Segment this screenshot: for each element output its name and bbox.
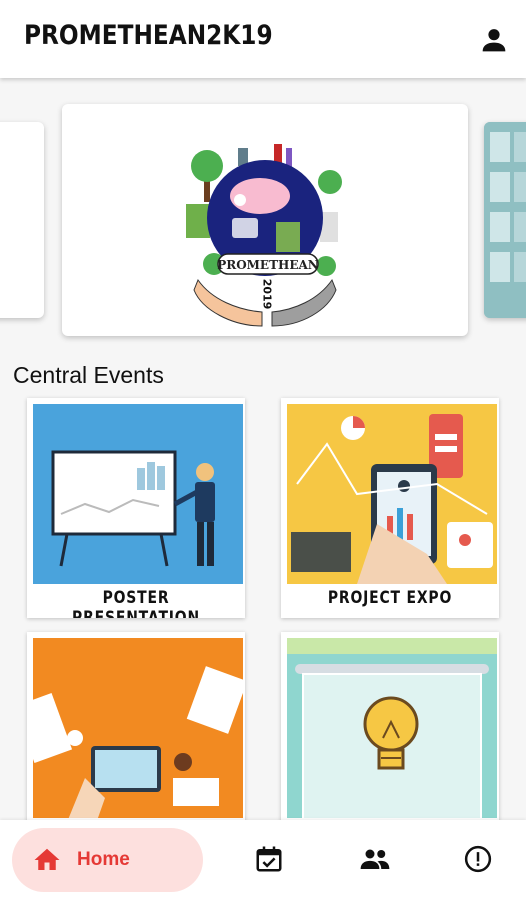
nav-team-button[interactable] — [358, 844, 392, 874]
logo-text: PROMETHEAN — [217, 258, 319, 272]
event-card-project-expo[interactable]: PROJECT EXPO — [281, 398, 499, 618]
promethean-logo: PROMETHEAN 2019 — [186, 144, 342, 327]
project-expo-illustration — [287, 404, 497, 584]
event-card-poster-presentation[interactable]: POSTER PRESENTATION — [27, 398, 245, 618]
account-button[interactable] — [478, 24, 510, 56]
account-icon — [482, 29, 506, 52]
bottom-navigation: Home — [0, 820, 526, 900]
carousel-slide-current[interactable]: PROMETHEAN 2019 — [62, 104, 468, 336]
section-title: Central Events — [13, 362, 164, 388]
nav-home-button[interactable]: Home — [12, 828, 203, 892]
nav-schedule-button[interactable] — [254, 844, 284, 874]
calendar-check-icon — [256, 846, 282, 872]
event-card-4[interactable] — [281, 632, 499, 832]
event-image — [287, 404, 497, 584]
event-label: POSTER PRESENTATION — [72, 588, 200, 618]
app-bar: PROMETHEAN2K19 — [0, 0, 526, 78]
info-icon — [464, 845, 492, 873]
banner-carousel[interactable]: PROMETHEAN 2019 — [0, 78, 526, 350]
event-card-3[interactable] — [27, 632, 245, 832]
event-image — [33, 404, 243, 584]
people-icon — [360, 849, 390, 869]
event-label: PROJECT EXPO — [327, 588, 453, 608]
nav-about-button[interactable] — [463, 844, 493, 874]
event-image — [33, 638, 243, 818]
event-image — [287, 638, 497, 818]
home-icon — [34, 848, 60, 870]
desk-illustration — [33, 638, 243, 818]
idea-presentation-illustration — [287, 638, 497, 818]
carousel-slide-next[interactable] — [484, 122, 526, 318]
building-image — [484, 122, 526, 318]
app-title: PROMETHEAN2K19 — [24, 20, 273, 51]
logo-year: 2019 — [261, 279, 274, 310]
presentation-illustration — [33, 404, 243, 584]
carousel-slide-previous[interactable] — [0, 122, 44, 318]
nav-home-label: Home — [77, 849, 130, 870]
